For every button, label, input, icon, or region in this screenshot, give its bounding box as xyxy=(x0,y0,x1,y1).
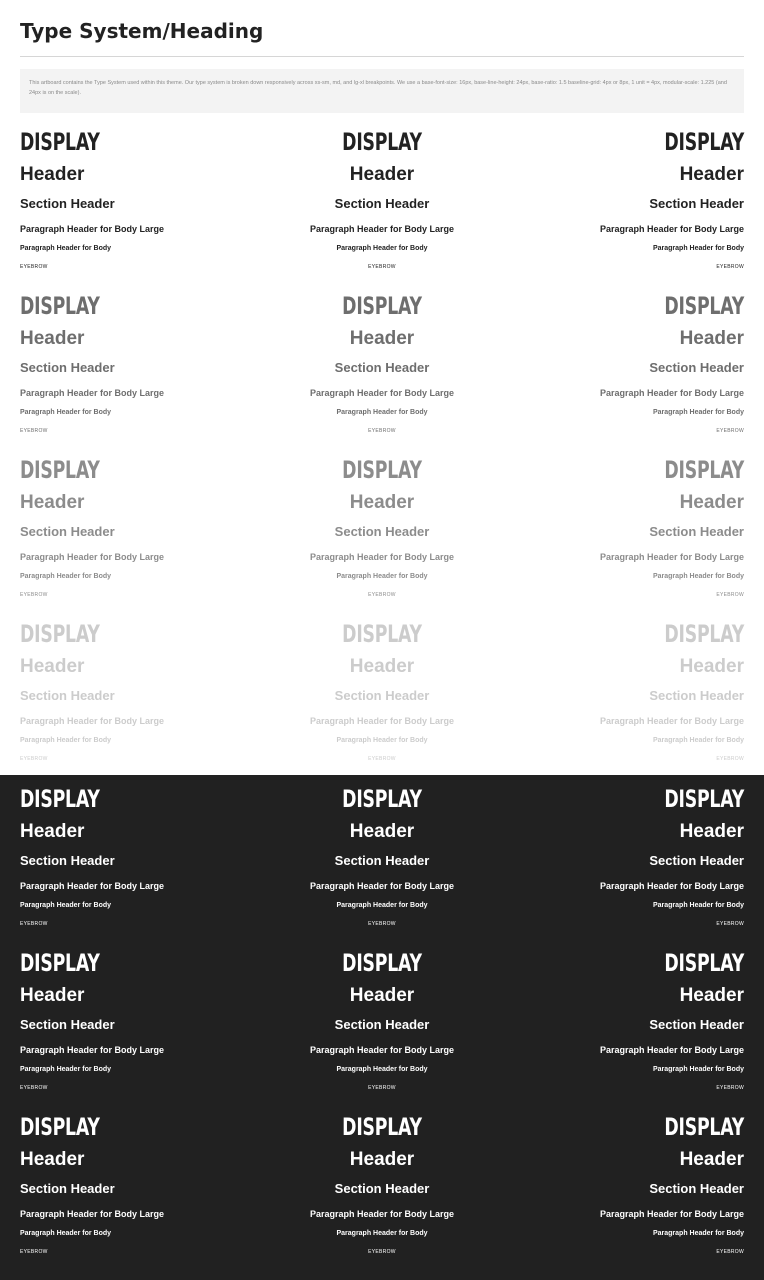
header-text: Header xyxy=(679,985,744,1006)
section-header-text: Section Header xyxy=(649,1181,744,1196)
section-header-text: Section Header xyxy=(649,853,744,868)
display-text: DISPLAY xyxy=(664,456,744,484)
display-text: DISPLAY xyxy=(664,620,744,648)
paragraph-header-text: Paragraph Header for Body xyxy=(652,737,744,744)
paragraph-header-text: Paragraph Header for Body xyxy=(652,902,744,909)
header-text: Header xyxy=(679,492,744,513)
type-specimen-dark-row6-right: DISPLAY Header Section Header Paragraph Hea… xyxy=(444,949,744,1099)
type-specimen-light-row2-right: DISPLAY Header Section Header Paragraph Hea… xyxy=(444,292,744,442)
eyebrow-text: EYEBROW xyxy=(716,428,744,434)
type-specimen-dark-row7-right: DISPLAY Header Section Header Paragraph Hea… xyxy=(444,1113,744,1263)
type-system-artboard: Type System/Heading This artboard contai… xyxy=(0,0,764,1280)
display-text: DISPLAY xyxy=(20,128,100,156)
display-text: DISPLAY xyxy=(20,456,100,484)
display-text: DISPLAY xyxy=(664,785,744,813)
display-text: DISPLAY xyxy=(20,949,100,977)
paragraph-header-large-text: Paragraph Header for Body Large xyxy=(599,716,744,726)
specimen-grid: DISPLAY Header Section Header Paragraph Hea… xyxy=(0,0,764,1280)
type-specimen-light-row3-right: DISPLAY Header Section Header Paragraph Hea… xyxy=(444,456,744,606)
eyebrow-text: EYEBROW xyxy=(716,1249,744,1255)
display-text: DISPLAY xyxy=(664,292,744,320)
header-text: Header xyxy=(679,164,744,185)
paragraph-header-large-text: Paragraph Header for Body Large xyxy=(599,1209,744,1219)
type-specimen-light-row4-right: DISPLAY Header Section Header Paragraph Hea… xyxy=(444,620,744,770)
paragraph-header-text: Paragraph Header for Body xyxy=(652,1066,744,1073)
paragraph-header-large-text: Paragraph Header for Body Large xyxy=(599,224,744,234)
paragraph-header-text: Paragraph Header for Body xyxy=(652,245,744,252)
section-header-text: Section Header xyxy=(649,688,744,703)
display-text: DISPLAY xyxy=(664,949,744,977)
display-text: DISPLAY xyxy=(20,620,100,648)
eyebrow-text: EYEBROW xyxy=(716,921,744,927)
display-text: DISPLAY xyxy=(20,292,100,320)
display-text: DISPLAY xyxy=(664,1113,744,1141)
paragraph-header-text: Paragraph Header for Body xyxy=(652,573,744,580)
paragraph-header-large-text: Paragraph Header for Body Large xyxy=(599,881,744,891)
display-text: DISPLAY xyxy=(664,128,744,156)
header-text: Header xyxy=(679,656,744,677)
eyebrow-text: EYEBROW xyxy=(716,756,744,762)
header-text: Header xyxy=(679,1149,744,1170)
paragraph-header-large-text: Paragraph Header for Body Large xyxy=(599,552,744,562)
header-text: Header xyxy=(679,821,744,842)
type-specimen-dark-row5-right: DISPLAY Header Section Header Paragraph Hea… xyxy=(444,785,744,935)
paragraph-header-large-text: Paragraph Header for Body Large xyxy=(599,1045,744,1055)
section-header-text: Section Header xyxy=(649,524,744,539)
paragraph-header-large-text: Paragraph Header for Body Large xyxy=(599,388,744,398)
section-header-text: Section Header xyxy=(649,360,744,375)
paragraph-header-text: Paragraph Header for Body xyxy=(652,1230,744,1237)
section-header-text: Section Header xyxy=(649,196,744,211)
eyebrow-text: EYEBROW xyxy=(716,264,744,270)
section-header-text: Section Header xyxy=(649,1017,744,1032)
paragraph-header-text: Paragraph Header for Body xyxy=(652,409,744,416)
eyebrow-text: EYEBROW xyxy=(716,1085,744,1091)
header-text: Header xyxy=(679,328,744,349)
display-text: DISPLAY xyxy=(20,785,100,813)
eyebrow-text: EYEBROW xyxy=(716,592,744,598)
type-specimen-light-row1-right: DISPLAY Header Section Header Paragraph Hea… xyxy=(444,128,744,278)
display-text: DISPLAY xyxy=(20,1113,100,1141)
